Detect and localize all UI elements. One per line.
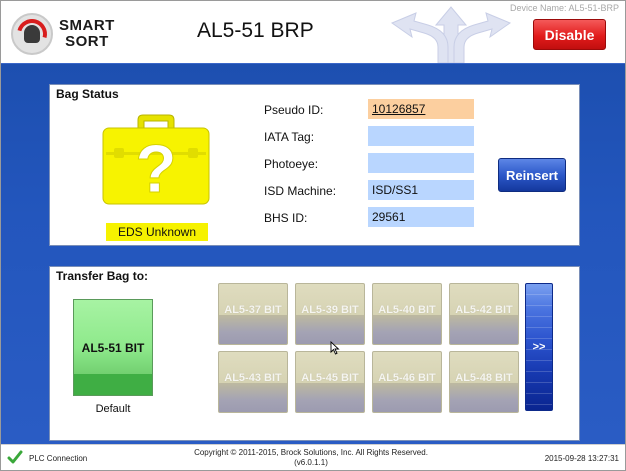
copyright-line: Copyright © 2011-2015, Brock Solutions, … [194, 448, 428, 457]
logo-line-1: SMART [59, 17, 115, 34]
default-destination-label: AL5-51 BIT [81, 340, 145, 355]
bhs-id-field[interactable]: 29561 [368, 207, 474, 227]
header-bar: SMART SORT AL5-51 BRP Device Name: AL5-5… [1, 1, 625, 63]
bhs-id-label: BHS ID: [264, 211, 308, 225]
photoeye-field[interactable] [368, 153, 474, 173]
destination-label: AL5-43 BIT [224, 372, 282, 384]
destination-label: AL5-39 BIT [301, 304, 359, 316]
destination-tile[interactable]: AL5-40 BIT [372, 283, 442, 345]
disable-button[interactable]: Disable [533, 19, 606, 50]
logo-line-2: SORT [65, 33, 109, 50]
check-icon [7, 450, 23, 464]
next-page-button[interactable]: >> [525, 283, 553, 411]
isd-machine-field[interactable]: ISD/SS1 [368, 180, 474, 200]
destination-label: AL5-48 BIT [455, 372, 513, 384]
timestamp: 2015-09-28 13:27:31 [544, 454, 619, 463]
next-page-label: >> [532, 341, 546, 353]
eds-status-label: EDS Unknown [106, 223, 208, 241]
reinsert-button[interactable]: Reinsert [498, 158, 566, 192]
bag-status-panel: Bag Status ? EDS Unknown Pseudo ID: 1012… [49, 84, 580, 246]
page-title: AL5-51 BRP [197, 19, 314, 42]
default-caption: Default [95, 403, 131, 415]
version-label: (v6.0.1.1) [294, 458, 328, 467]
default-destination-tile[interactable]: AL5-51 BIT [73, 299, 153, 396]
status-bar: PLC Connection Copyright © 2011-2015, Br… [1, 444, 625, 470]
svg-text:?: ? [135, 131, 177, 206]
destination-tile[interactable]: AL5-42 BIT [449, 283, 519, 345]
transfer-bag-panel: Transfer Bag to: AL5-51 BIT Default AL5-… [49, 266, 580, 441]
destination-tile[interactable]: AL5-46 BIT [372, 351, 442, 413]
copyright-text: Copyright © 2011-2015, Brock Solutions, … [171, 448, 451, 468]
device-name-label: Device Name: AL5-51-BRP [509, 3, 619, 13]
pseudo-id-field[interactable]: 10126857 [368, 99, 474, 119]
destination-tile[interactable]: AL5-37 BIT [218, 283, 288, 345]
logo-text: SMART SORT [59, 18, 115, 50]
destination-tile[interactable]: AL5-39 BIT [295, 283, 365, 345]
destination-label: AL5-45 BIT [301, 372, 359, 384]
pseudo-id-label: Pseudo ID: [264, 103, 324, 117]
direction-arrows-icon [390, 6, 512, 63]
main-area: Bag Status ? EDS Unknown Pseudo ID: 1012… [1, 63, 625, 444]
plc-connection-status: PLC Connection [29, 454, 88, 463]
unknown-bag-icon: ? [102, 114, 210, 206]
destination-label: AL5-46 BIT [378, 372, 436, 384]
destination-tile[interactable]: AL5-48 BIT [449, 351, 519, 413]
destination-label: AL5-37 BIT [224, 304, 282, 316]
mouse-cursor-icon [330, 341, 340, 355]
destination-tile[interactable]: AL5-43 BIT [218, 351, 288, 413]
isd-machine-label: ISD Machine: [264, 184, 337, 198]
destination-tile[interactable]: AL5-45 BIT [295, 351, 365, 413]
iata-tag-field[interactable] [368, 126, 474, 146]
destination-label: AL5-40 BIT [378, 304, 436, 316]
smart-sort-logo-icon [11, 13, 53, 55]
transfer-bag-title: Transfer Bag to: [56, 269, 149, 283]
photoeye-label: Photoeye: [264, 157, 319, 171]
bag-status-title: Bag Status [56, 87, 119, 101]
destination-label: AL5-42 BIT [455, 304, 513, 316]
iata-tag-label: IATA Tag: [264, 130, 315, 144]
